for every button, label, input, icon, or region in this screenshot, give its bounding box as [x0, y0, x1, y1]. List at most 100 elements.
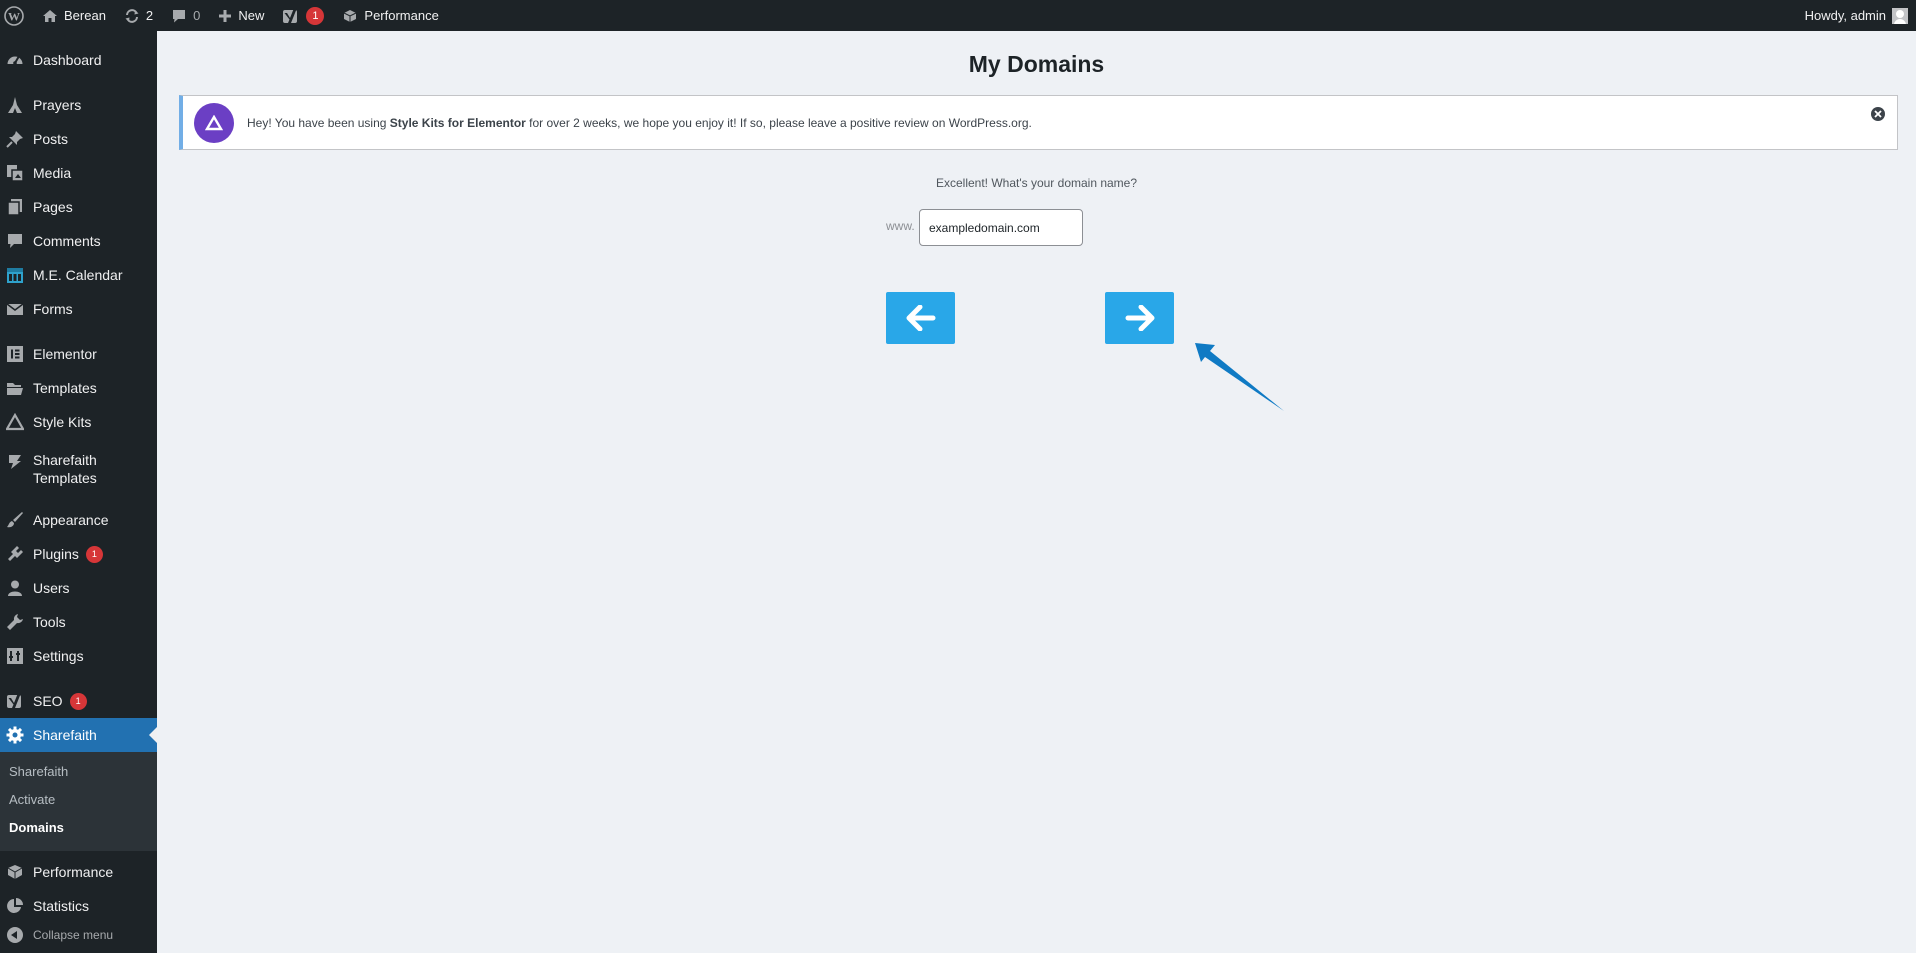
dashboard-icon [5, 50, 25, 70]
notice-prefix: Hey! You have been using [247, 115, 390, 130]
menu-tools[interactable]: Tools [0, 605, 157, 639]
svg-text:W: W [8, 9, 20, 23]
menu-label: Dashboard [33, 52, 102, 68]
collapse-menu-button[interactable]: Collapse menu [0, 920, 157, 950]
menu-posts[interactable]: Posts [0, 122, 157, 156]
menu-label: Pages [33, 199, 73, 215]
www-prefix: www. [886, 219, 915, 233]
menu-label: Forms [33, 301, 73, 317]
updates-count: 2 [145, 8, 154, 23]
menu-label: Statistics [33, 898, 90, 914]
menu-sharefaith-templates[interactable]: Sharefaith Templates [0, 445, 157, 489]
menu-templates[interactable]: Templates [0, 371, 157, 405]
comments-menu[interactable]: 0 [162, 0, 209, 31]
elementor-icon [5, 344, 25, 364]
admin-sidebar: Dashboard Prayers Posts Media Pages Comm… [0, 31, 157, 953]
settings-icon [5, 646, 25, 666]
menu-label: Users [33, 580, 70, 596]
menu-label: Prayers [33, 97, 82, 113]
updates-icon [124, 8, 140, 24]
new-content-menu[interactable]: New [209, 0, 273, 31]
home-icon [42, 8, 58, 24]
menu-label: Templates [33, 380, 97, 396]
menu-settings[interactable]: Settings [0, 639, 157, 673]
menu-media[interactable]: Media [0, 156, 157, 190]
arrow-left-icon [906, 305, 935, 331]
menu-users[interactable]: Users [0, 571, 157, 605]
next-button[interactable] [1105, 292, 1174, 344]
comment-icon [171, 8, 187, 24]
seo-badge: 1 [69, 692, 87, 710]
notice-suffix: for over 2 weeks, we hope you enjoy it! … [525, 115, 1032, 130]
gear-icon [5, 725, 25, 745]
menu-elementor[interactable]: Elementor [0, 337, 157, 371]
menu-label: Appearance [33, 512, 109, 528]
menu-label: SEO [33, 693, 63, 709]
pie-chart-icon [5, 896, 25, 916]
menu-style-kits[interactable]: Style Kits [0, 405, 157, 439]
collapse-icon [7, 927, 23, 943]
wordpress-logo-menu[interactable]: W [0, 0, 33, 31]
menu-pages[interactable]: Pages [0, 190, 157, 224]
menu-label: Performance [33, 864, 114, 880]
dismiss-notice-button[interactable] [1871, 107, 1885, 121]
menu-plugins[interactable]: Plugins 1 [0, 537, 157, 571]
site-name-menu[interactable]: Berean [33, 0, 115, 31]
comments-count: 0 [193, 8, 201, 23]
admin-bar: W Berean 2 0 New 1 Performance Howdy, ad… [0, 0, 1916, 31]
calendar-icon [5, 265, 25, 285]
comment-icon [5, 231, 25, 251]
wordpress-logo-icon: W [4, 5, 24, 26]
menu-forms[interactable]: Forms [0, 292, 157, 326]
sharefaith-submenu: Sharefaith Activate Domains [0, 752, 157, 851]
menu-label: Comments [33, 233, 101, 249]
pin-icon [5, 129, 25, 149]
menu-prayers[interactable]: Prayers [0, 88, 157, 122]
brush-icon [5, 510, 25, 530]
menu-statistics[interactable]: Statistics [0, 889, 157, 923]
menu-label: Tools [33, 614, 66, 630]
submenu-activate[interactable]: Activate [9, 792, 55, 807]
greeting: Howdy, admin [1804, 8, 1886, 23]
yoast-icon [282, 7, 300, 25]
plugin-icon [5, 544, 25, 564]
envelope-icon [5, 299, 25, 319]
menu-me-calendar[interactable]: M.E. Calendar [0, 258, 157, 292]
menu-seo[interactable]: SEO 1 [0, 684, 157, 718]
performance-icon [342, 8, 358, 24]
annotation-arrow-icon [1195, 343, 1284, 411]
menu-label: Sharefaith [33, 727, 97, 743]
back-button[interactable] [886, 292, 955, 344]
avatar [1892, 7, 1908, 24]
menu-label: Plugins [33, 546, 79, 562]
performance-menu[interactable]: Performance [333, 0, 447, 31]
wrench-icon [5, 612, 25, 632]
submenu-domains[interactable]: Domains [9, 820, 64, 835]
menu-performance[interactable]: Performance [0, 855, 157, 889]
media-icon [5, 163, 25, 183]
menu-label: Posts [33, 131, 69, 147]
menu-dashboard[interactable]: Dashboard [0, 43, 157, 77]
menu-label: Style Kits [33, 414, 92, 430]
style-kits-logo-icon [194, 102, 234, 143]
prayers-icon [5, 95, 25, 115]
close-icon [1874, 110, 1882, 118]
submenu-sharefaith[interactable]: Sharefaith [9, 764, 68, 779]
site-name: Berean [64, 8, 106, 23]
seo-badge: 1 [306, 6, 325, 25]
updates-menu[interactable]: 2 [115, 0, 162, 31]
sharefaith-templates-icon [5, 451, 25, 471]
menu-comments[interactable]: Comments [0, 224, 157, 258]
seo-menu[interactable]: 1 [273, 0, 333, 31]
menu-appearance[interactable]: Appearance [0, 503, 157, 537]
domain-input[interactable] [919, 209, 1083, 246]
collapse-label: Collapse menu [33, 928, 114, 942]
menu-sharefaith[interactable]: Sharefaith [0, 718, 157, 752]
menu-label: Settings [33, 648, 84, 664]
plugins-badge: 1 [85, 545, 103, 563]
account-menu[interactable]: Howdy, admin [1796, 0, 1910, 31]
arrow-right-icon [1125, 305, 1154, 331]
new-label: New [238, 8, 265, 23]
menu-label: Media [33, 165, 72, 181]
notice-text: Hey! You have been using Style Kits for … [247, 116, 1032, 130]
